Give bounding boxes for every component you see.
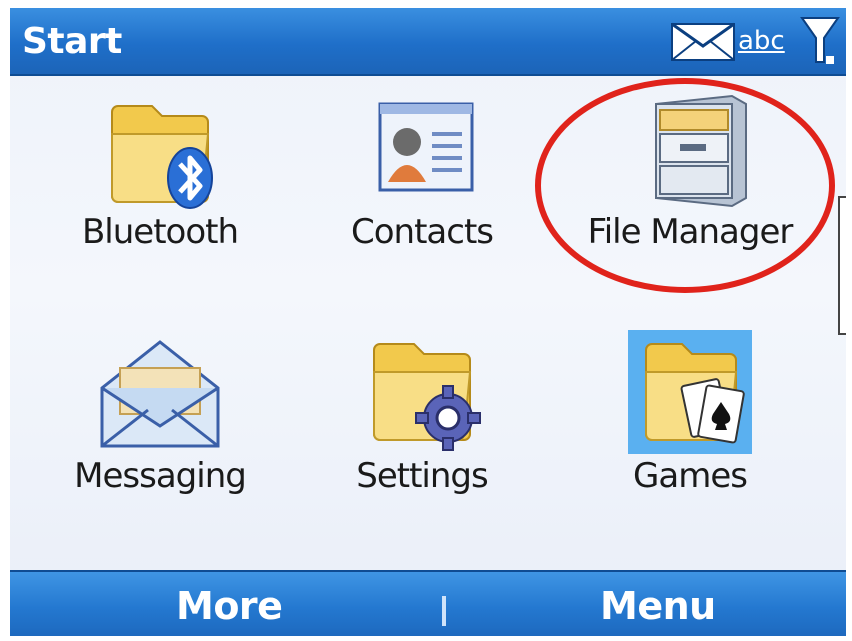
screen-title: Start	[22, 21, 122, 62]
start-item-label: Settings	[356, 456, 488, 496]
start-item-messaging[interactable]: Messaging	[50, 330, 270, 520]
settings-folder-gear-icon	[373, 343, 481, 451]
start-item-label: Bluetooth	[81, 212, 239, 252]
softkey-more[interactable]: More	[176, 584, 283, 628]
phone-screen: Start abc Bluetooth Contacts File Manage…	[10, 8, 846, 636]
start-item-games[interactable]: Games	[580, 330, 800, 520]
games-folder-cards-icon	[645, 343, 745, 444]
start-item-label: Contacts	[351, 212, 494, 252]
envelope-open-icon	[100, 340, 220, 448]
input-mode-indicator: abc	[738, 26, 785, 56]
start-item-label: Games	[633, 456, 748, 496]
start-item-label: Messaging	[74, 456, 247, 496]
start-item-contacts[interactable]: Contacts	[312, 86, 532, 276]
envelope-icon	[671, 22, 735, 61]
signal-strength-icon	[800, 17, 840, 64]
start-item-settings[interactable]: Settings	[312, 330, 532, 520]
title-bar: Start abc	[10, 8, 846, 76]
start-item-bluetooth[interactable]: Bluetooth	[50, 86, 270, 276]
contact-card-icon	[378, 102, 474, 192]
softkey-bar: More Menu	[10, 570, 846, 636]
scrollbar-fragment	[838, 196, 846, 335]
softkey-menu[interactable]: Menu	[600, 584, 716, 628]
bluetooth-folder-icon	[111, 105, 213, 209]
highlight-circle	[535, 78, 835, 293]
softkey-divider	[442, 596, 446, 626]
